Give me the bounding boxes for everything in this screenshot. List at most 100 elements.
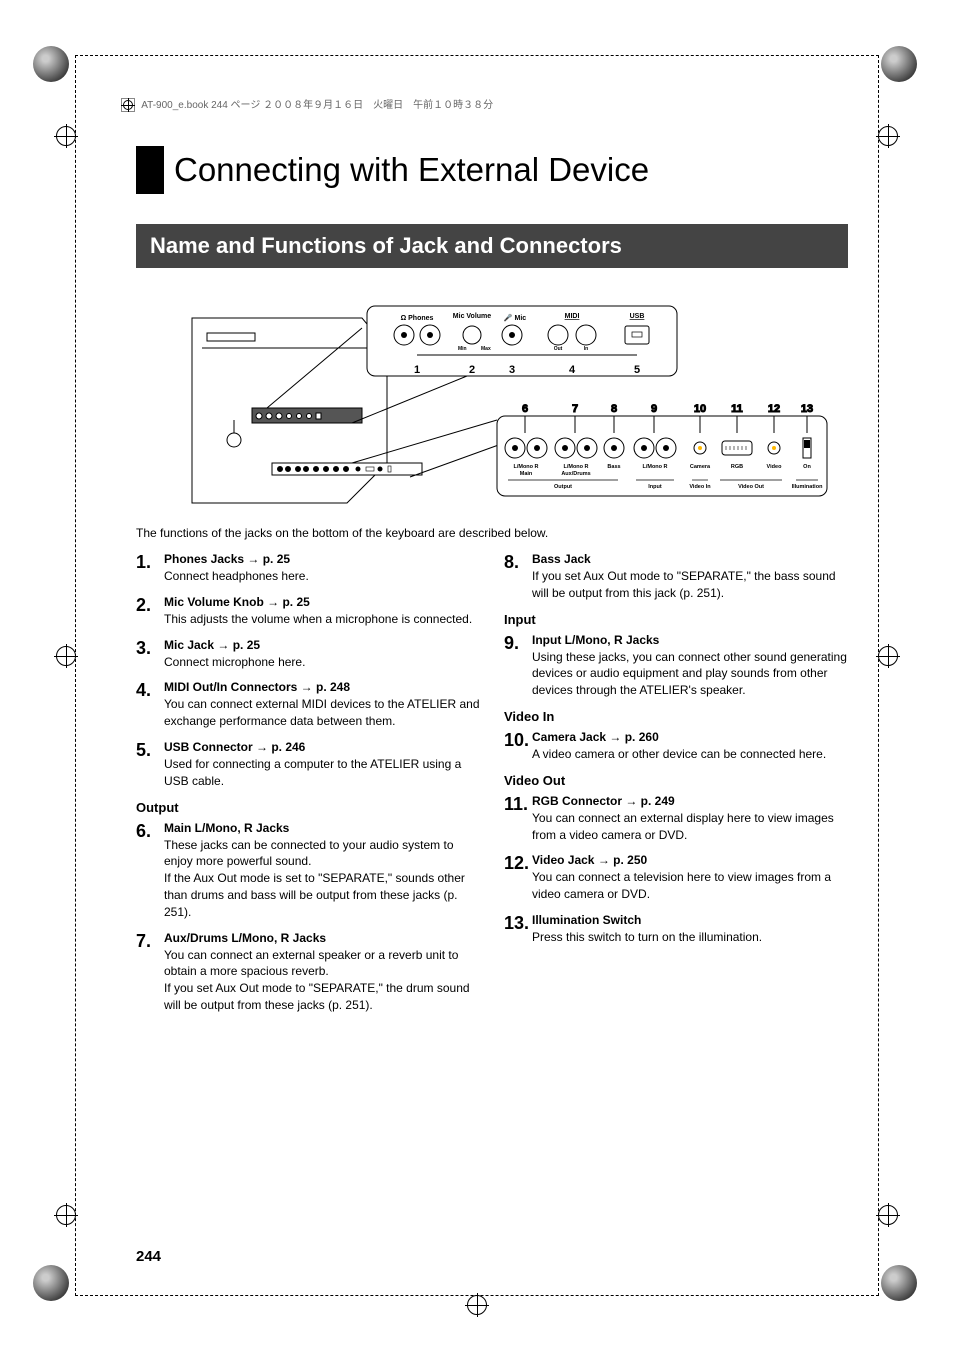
item-title: Mic Volume Knob → p. 25 <box>164 595 480 609</box>
item-title: Mic Jack → p. 25 <box>164 638 480 652</box>
list-item: 2. Mic Volume Knob → p. 25 This adjusts … <box>136 595 480 628</box>
list-item: 8. Bass Jack If you set Aux Out mode to … <box>504 552 848 602</box>
item-title: Video Jack → p. 250 <box>532 853 848 867</box>
svg-text:4: 4 <box>569 364 576 376</box>
two-column-layout: 1. Phones Jacks → p. 25 Connect headphon… <box>136 552 848 1024</box>
group-video-in: Video In <box>504 709 848 724</box>
section-banner: Name and Functions of Jack and Connector… <box>136 224 848 268</box>
item-title: Phones Jacks → p. 25 <box>164 552 480 566</box>
svg-text:Ω Phones: Ω Phones <box>401 315 434 322</box>
item-desc: Press this switch to turn on the illumin… <box>532 929 848 946</box>
svg-text:11: 11 <box>731 403 743 415</box>
print-reg-mark <box>33 46 73 86</box>
item-number: 7. <box>136 931 164 1014</box>
item-desc: Connect headphones here. <box>164 568 480 585</box>
item-number: 5. <box>136 740 164 790</box>
item-desc: You can connect a television here to vie… <box>532 869 848 903</box>
svg-text:13: 13 <box>801 403 813 415</box>
item-desc: You can connect an external speaker or a… <box>164 947 480 1014</box>
svg-text:8: 8 <box>611 403 617 415</box>
svg-text:USB: USB <box>630 313 645 320</box>
item-title: Main L/Mono, R Jacks <box>164 821 480 835</box>
chapter-title-text: Connecting with External Device <box>174 151 649 189</box>
print-crosshair <box>56 126 76 146</box>
print-reg-mark <box>881 1265 921 1305</box>
item-number: 4. <box>136 680 164 730</box>
item-desc: This adjusts the volume when a microphon… <box>164 611 480 628</box>
svg-text:6: 6 <box>522 403 528 415</box>
item-desc: A video camera or other device can be co… <box>532 746 848 763</box>
svg-text:RGB: RGB <box>731 464 743 470</box>
item-number: 8. <box>504 552 532 602</box>
diagram-svg: Ω Phones Mic Volume Min Max 🎤 Mic MIDI O <box>152 288 832 518</box>
group-video-out: Video Out <box>504 773 848 788</box>
item-desc: These jacks can be connected to your aud… <box>164 837 480 921</box>
svg-text:5: 5 <box>634 364 640 376</box>
list-item: 9. Input L/Mono, R Jacks Using these jac… <box>504 633 848 699</box>
svg-text:7: 7 <box>572 403 578 415</box>
content-area: Connecting with External Device Name and… <box>136 146 848 1235</box>
item-number: 10. <box>504 730 532 763</box>
svg-text:Illumination: Illumination <box>792 484 824 490</box>
list-item: 1. Phones Jacks → p. 25 Connect headphon… <box>136 552 480 585</box>
list-item: 11. RGB Connector → p. 249 You can conne… <box>504 794 848 844</box>
svg-text:2: 2 <box>469 364 475 376</box>
right-column: 8. Bass Jack If you set Aux Out mode to … <box>504 552 848 1024</box>
svg-text:Aux/Drums: Aux/Drums <box>561 471 590 477</box>
item-desc: Used for connecting a computer to the AT… <box>164 756 480 790</box>
chapter-title: Connecting with External Device <box>136 146 848 194</box>
item-number: 11. <box>504 794 532 844</box>
print-crosshair <box>878 646 898 666</box>
item-number: 13. <box>504 913 532 946</box>
item-desc: You can connect an external display here… <box>532 810 848 844</box>
svg-text:3: 3 <box>509 364 515 376</box>
svg-text:9: 9 <box>651 403 657 415</box>
group-input: Input <box>504 612 848 627</box>
svg-text:🎤 Mic: 🎤 Mic <box>504 313 526 322</box>
svg-text:10: 10 <box>694 403 706 415</box>
item-title: Aux/Drums L/Mono, R Jacks <box>164 931 480 945</box>
item-desc: Using these jacks, you can connect other… <box>532 649 848 699</box>
item-number: 9. <box>504 633 532 699</box>
item-number: 3. <box>136 638 164 671</box>
item-title: Illumination Switch <box>532 913 848 927</box>
svg-text:In: In <box>584 346 588 352</box>
print-crosshair <box>878 126 898 146</box>
svg-text:Main: Main <box>520 471 533 477</box>
item-title: Bass Jack <box>532 552 848 566</box>
svg-text:Bass: Bass <box>607 464 620 470</box>
list-item: 6. Main L/Mono, R Jacks These jacks can … <box>136 821 480 921</box>
svg-text:12: 12 <box>768 403 780 415</box>
list-item: 4. MIDI Out/In Connectors → p. 248 You c… <box>136 680 480 730</box>
print-reg-mark <box>881 46 921 86</box>
svg-text:Video Out: Video Out <box>738 484 764 490</box>
list-item: 3. Mic Jack → p. 25 Connect microphone h… <box>136 638 480 671</box>
item-title: RGB Connector → p. 249 <box>532 794 848 808</box>
page-number: 244 <box>136 1248 161 1265</box>
svg-text:Video: Video <box>767 464 783 470</box>
print-crosshair <box>467 1295 487 1315</box>
item-title: Camera Jack → p. 260 <box>532 730 848 744</box>
item-number: 12. <box>504 853 532 903</box>
svg-text:L/Mono R: L/Mono R <box>563 464 588 470</box>
jack-diagram: Ω Phones Mic Volume Min Max 🎤 Mic MIDI O <box>152 288 832 518</box>
svg-text:Max: Max <box>481 346 491 352</box>
list-item: 7. Aux/Drums L/Mono, R Jacks You can con… <box>136 931 480 1014</box>
item-desc: Connect microphone here. <box>164 654 480 671</box>
svg-text:On: On <box>803 464 811 470</box>
svg-text:Out: Out <box>554 346 563 352</box>
svg-text:L/Mono R: L/Mono R <box>513 464 538 470</box>
item-title: Input L/Mono, R Jacks <box>532 633 848 647</box>
item-number: 6. <box>136 821 164 921</box>
svg-text:L/Mono R: L/Mono R <box>642 464 667 470</box>
item-number: 1. <box>136 552 164 585</box>
item-title: MIDI Out/In Connectors → p. 248 <box>164 680 480 694</box>
book-header-info: AT-900_e.book 244 ページ ２００８年９月１６日 火曜日 午前１… <box>121 96 493 112</box>
svg-text:Video In: Video In <box>689 484 711 490</box>
item-desc: You can connect external MIDI devices to… <box>164 696 480 730</box>
print-crosshair <box>878 1205 898 1225</box>
svg-text:1: 1 <box>414 364 420 376</box>
svg-text:Mic Volume: Mic Volume <box>453 313 491 320</box>
svg-text:Camera: Camera <box>690 464 711 470</box>
print-crosshair <box>56 646 76 666</box>
